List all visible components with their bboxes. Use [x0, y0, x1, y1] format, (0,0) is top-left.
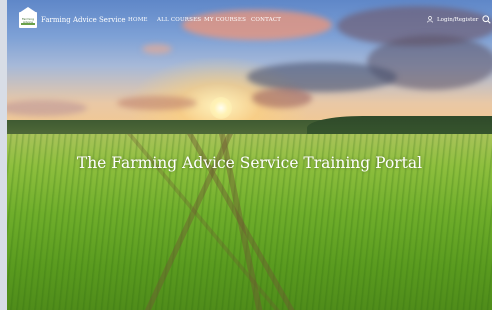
nav-all-courses[interactable]: ALL COURSES: [157, 17, 201, 23]
site-name-link[interactable]: Farming Advice Service: [41, 16, 126, 24]
hero-title: The Farming Advice Service Training Port…: [76, 154, 423, 172]
cloud: [252, 88, 312, 108]
nav-my-courses[interactable]: MY COURSES: [204, 17, 246, 23]
sun: [210, 97, 232, 119]
nav-home[interactable]: HOME: [128, 17, 148, 23]
top-navigation: Farming Advice Farming Advice Service HO…: [7, 7, 492, 31]
user-icon[interactable]: [427, 16, 433, 23]
page-frame: Farming Advice Farming Advice Service HO…: [7, 0, 492, 310]
logo-bar: [21, 23, 35, 25]
login-register-link[interactable]: Login/Register: [437, 17, 478, 23]
cloud: [142, 44, 172, 54]
search-icon[interactable]: [482, 15, 491, 24]
cloud: [117, 96, 197, 110]
cloud: [247, 62, 397, 92]
site-logo[interactable]: Farming Advice: [19, 7, 37, 28]
nav-contact[interactable]: CONTACT: [251, 17, 281, 23]
